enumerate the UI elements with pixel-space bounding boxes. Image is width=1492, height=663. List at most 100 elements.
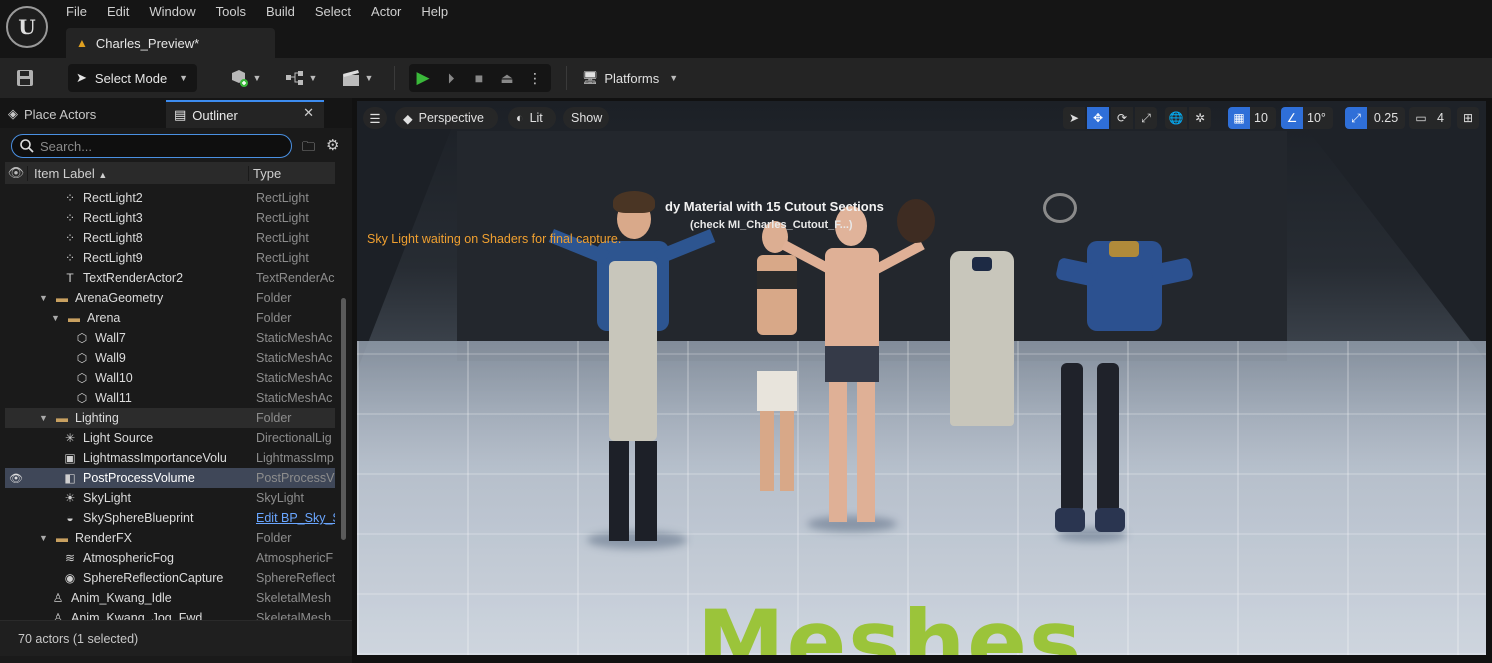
scale-snap-value[interactable]: 0.25 <box>1367 107 1405 129</box>
level-tab[interactable]: ▲ Charles_Preview* <box>66 28 275 58</box>
rotate-icon: ⟳ <box>1116 111 1128 125</box>
grid-snap-value[interactable]: 10 <box>1250 107 1276 129</box>
search-input[interactable] <box>40 138 280 154</box>
outliner-row[interactable]: ⁘ RectLight2 RectLight <box>5 188 335 208</box>
menu-build[interactable]: Build <box>256 0 305 24</box>
search-box[interactable] <box>11 134 292 158</box>
outliner-panel: ◈ Place Actors ▤ Outliner ✕ 🗀 ⚙ 👁 Item L… <box>0 98 352 663</box>
unreal-logo-icon[interactable]: U <box>6 6 48 48</box>
outliner-row[interactable]: ▣ LightmassImportanceVolu LightmassImp <box>5 448 335 468</box>
stop-button[interactable]: ■ <box>465 64 493 92</box>
outliner-folder-row[interactable]: ▼ ▬ ArenaGeometry Folder <box>5 288 335 308</box>
gear-icon[interactable]: ⚙ <box>326 136 339 154</box>
outliner-row[interactable]: ⁘ RectLight9 RectLight <box>5 248 335 268</box>
outliner-row[interactable]: T TextRenderActor2 TextRenderAc <box>5 268 335 288</box>
outliner-folder-row[interactable]: ▼ ▬ Arena Folder <box>5 308 335 328</box>
visibility-eye-icon[interactable]: 👁 <box>9 472 23 485</box>
outliner-row-label-group: ◧ PostProcessVolume <box>63 471 195 485</box>
outliner-row[interactable]: ☀ SkyLight SkyLight <box>5 488 335 508</box>
outliner-row[interactable]: ⬡ Wall9 StaticMeshAc <box>5 348 335 368</box>
layout-button[interactable]: ⊞ <box>1457 107 1479 129</box>
menu-help[interactable]: Help <box>411 0 458 24</box>
translate-tool-button[interactable]: ✥ <box>1087 107 1109 129</box>
menu-window[interactable]: Window <box>139 0 205 24</box>
outliner-row[interactable]: ◉ SphereReflectionCapture SphereReflect <box>5 568 335 588</box>
menu-tools[interactable]: Tools <box>206 0 256 24</box>
camera-speed-value[interactable]: 4 <box>1433 107 1451 129</box>
expand-caret-icon[interactable]: ▼ <box>51 313 61 323</box>
character-base-body[interactable] <box>777 206 927 536</box>
grid-snap-toggle[interactable]: ▦ <box>1228 107 1250 129</box>
tab-place-actors[interactable]: ◈ Place Actors <box>0 100 165 128</box>
add-folder-icon[interactable]: 🗀 <box>302 138 315 160</box>
outliner-row[interactable]: ⬡ Wall11 StaticMeshAc <box>5 388 335 408</box>
outliner-row[interactable]: ⬡ Wall7 StaticMeshAc <box>5 328 335 348</box>
outliner-item-type: StaticMeshAc <box>256 331 333 345</box>
lit-sphere-icon: ◐ <box>516 111 524 125</box>
select-mode-dropdown[interactable]: ➤ Select Mode ▼ <box>68 64 197 92</box>
toolbar-divider <box>394 66 395 90</box>
outliner-item-type: DirectionalLig <box>256 431 332 445</box>
outliner-row[interactable]: ◒ SkySphereBlueprint Edit BP_Sky_S <box>5 508 335 528</box>
tab-outliner[interactable]: ▤ Outliner <box>166 100 324 128</box>
expand-caret-icon[interactable]: ▼ <box>39 413 49 423</box>
scale-tool-button[interactable]: ⤢ <box>1135 107 1157 129</box>
viewport-menu-button[interactable]: ☰ <box>363 107 387 129</box>
play-button[interactable]: ▶ <box>409 64 437 92</box>
column-type[interactable]: Type <box>248 165 335 181</box>
menu-actor[interactable]: Actor <box>361 0 411 24</box>
play-options-button[interactable]: ⋮ <box>521 64 549 92</box>
outliner-row[interactable]: ≋ AtmosphericFog AtmosphericF <box>5 548 335 568</box>
outliner-row[interactable]: ⁘ RectLight3 RectLight <box>5 208 335 228</box>
add-actor-button[interactable]: ▼ <box>224 66 266 90</box>
save-button[interactable] <box>12 67 38 89</box>
scale-snap-toggle[interactable]: ⤢ <box>1345 107 1367 129</box>
column-header: 👁 Item Label ▲ Type <box>5 162 335 184</box>
rotation-snap-toggle[interactable]: ∠ <box>1281 107 1303 129</box>
world-space-button[interactable]: 🌐 <box>1165 107 1187 129</box>
outliner-row[interactable]: ♙ Anim_Kwang_Idle SkeletalMesh <box>5 588 335 608</box>
actor-count-status: 70 actors (1 selected) <box>0 620 352 656</box>
close-icon[interactable]: ✕ <box>303 105 314 121</box>
eject-button[interactable]: ⏏ <box>493 64 521 92</box>
mesh-goggles[interactable] <box>1043 193 1079 227</box>
mesh-overalls[interactable] <box>942 251 1022 431</box>
viewport-toolbar: ☰ ◆ Perspective ◐ Lit Show ➤ ✥ ⟳ ⤢ 🌐 ✲ ▦… <box>357 107 1486 129</box>
outliner-folder-row[interactable]: ▼ ▬ Lighting Folder <box>5 408 335 428</box>
select-tool-button[interactable]: ➤ <box>1063 107 1085 129</box>
blueprint-button[interactable]: ▼ <box>280 66 322 90</box>
outliner-scrollbar[interactable] <box>341 298 346 540</box>
level-viewport[interactable]: dy Material with 15 Cutout Sections (che… <box>357 101 1486 655</box>
panel-tabs: ◈ Place Actors ▤ Outliner ✕ <box>0 98 352 128</box>
mesh-hair[interactable] <box>897 199 937 245</box>
rotate-tool-button[interactable]: ⟳ <box>1111 107 1133 129</box>
lit-button[interactable]: ◐ Lit <box>508 107 556 129</box>
menu-file[interactable]: File <box>56 0 97 24</box>
edit-blueprint-link[interactable]: Edit BP_Sky_S <box>256 511 335 525</box>
expand-caret-icon[interactable]: ▼ <box>39 533 49 543</box>
outliner-row[interactable]: ⁘ RectLight8 RectLight <box>5 228 335 248</box>
outliner-row[interactable]: ♙ Anim_Kwang_Jog_Fwd SkeletalMesh <box>5 608 335 620</box>
show-button[interactable]: Show <box>563 107 609 129</box>
outliner-item-type: RectLight <box>256 251 309 265</box>
mesh-jacket[interactable] <box>1055 241 1194 336</box>
expand-caret-icon[interactable]: ▼ <box>39 293 49 303</box>
camera-speed-button[interactable]: ▭ <box>1409 107 1433 129</box>
mesh-leggings-shoes[interactable] <box>1047 363 1137 543</box>
menu-edit[interactable]: Edit <box>97 0 139 24</box>
outliner-row[interactable]: 👁 ◧ PostProcessVolume PostProcessV <box>5 468 335 488</box>
outliner-item-type: SkeletalMesh <box>256 611 332 620</box>
outliner-row[interactable]: ⬡ Wall10 StaticMeshAc <box>5 368 335 388</box>
platforms-dropdown[interactable]: 🖥 Platforms ▼ <box>580 66 680 90</box>
menu-select[interactable]: Select <box>305 0 361 24</box>
cursor-icon: ➤ <box>76 70 87 85</box>
skip-button[interactable]: ⏵ <box>437 64 465 92</box>
outliner-row[interactable]: ✳ Light Source DirectionalLig <box>5 428 335 448</box>
rotation-snap-value[interactable]: 10° <box>1303 107 1333 129</box>
cinematics-button[interactable]: ▼ <box>336 66 378 90</box>
perspective-button[interactable]: ◆ Perspective <box>395 107 498 129</box>
surface-snap-button[interactable]: ✲ <box>1189 107 1211 129</box>
outliner-folder-row[interactable]: ▼ ▬ RenderFX Folder <box>5 528 335 548</box>
column-item-label[interactable]: Item Label ▲ <box>27 165 248 181</box>
play-controls: ▶ ⏵ ■ ⏏ ⋮ <box>409 64 551 92</box>
